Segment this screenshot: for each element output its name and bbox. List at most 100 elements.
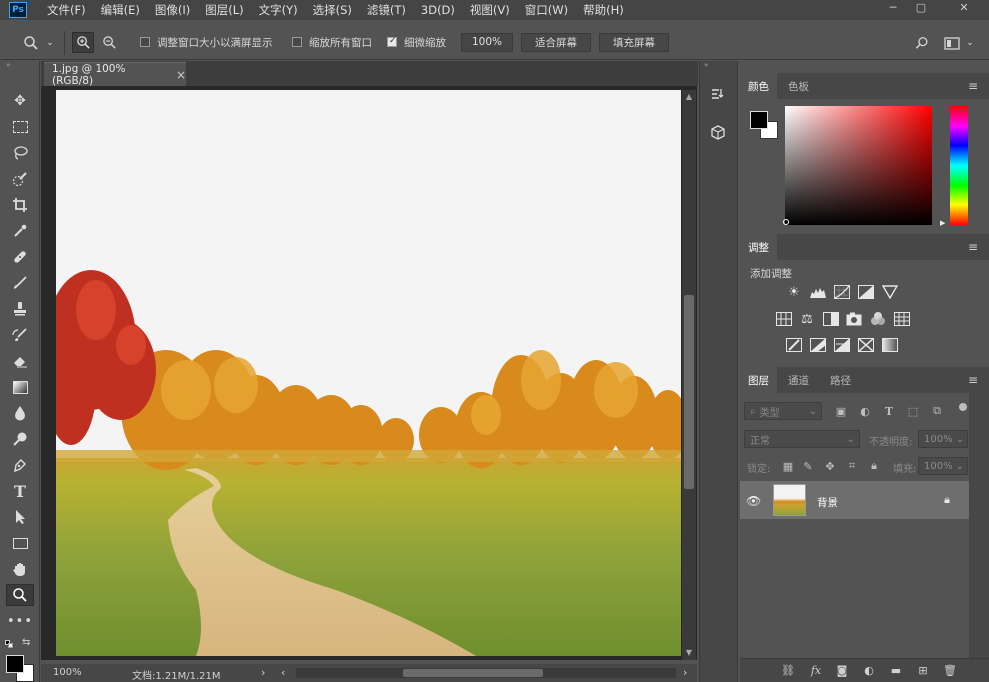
zoom-percent-field[interactable]: 100% bbox=[461, 33, 513, 52]
panel-menu-icon[interactable]: ≡ bbox=[966, 79, 980, 93]
tab-adjustments[interactable]: 调整 bbox=[740, 234, 777, 260]
scroll-left-icon[interactable]: ‹ bbox=[281, 666, 285, 679]
blur-tool-icon[interactable] bbox=[6, 402, 34, 424]
color-lookup-icon[interactable] bbox=[893, 311, 911, 327]
scroll-up-icon[interactable]: ▲ bbox=[684, 92, 694, 102]
add-mask-icon[interactable]: ◙ bbox=[833, 662, 851, 678]
new-layer-icon[interactable]: ⊞ bbox=[914, 662, 932, 678]
lock-artboard-icon[interactable]: ⌗ bbox=[845, 459, 859, 473]
menu-3d[interactable]: 3D(D) bbox=[421, 3, 455, 17]
layer-style-icon[interactable]: fx bbox=[807, 662, 825, 678]
document-tab[interactable]: 1.jpg @ 100%(RGB/8) × bbox=[44, 62, 186, 87]
lock-pixels-icon[interactable]: ✎ bbox=[801, 459, 815, 473]
fill-field[interactable]: 100% ⌄ bbox=[918, 457, 968, 475]
healing-brush-tool-icon[interactable] bbox=[6, 246, 34, 268]
fit-screen-button[interactable]: 适合屏幕 bbox=[521, 33, 591, 52]
layer-visibility-eye-icon[interactable]: 👁︎ bbox=[746, 494, 761, 508]
pen-tool-icon[interactable] bbox=[6, 454, 34, 476]
marquee-tool-icon[interactable] bbox=[6, 116, 34, 138]
color-picker-field[interactable] bbox=[785, 106, 932, 225]
link-layers-icon[interactable]: ⛓ bbox=[779, 662, 797, 678]
tab-color[interactable]: 颜色 bbox=[740, 73, 777, 99]
delete-layer-icon[interactable]: 🗑︎ bbox=[941, 662, 959, 678]
menu-window[interactable]: 窗口(W) bbox=[525, 2, 568, 18]
lock-all-icon[interactable]: 🔒︎ bbox=[867, 459, 881, 473]
search-icon[interactable] bbox=[912, 33, 932, 53]
history-brush-tool-icon[interactable] bbox=[6, 324, 34, 346]
menu-type[interactable]: 文字(Y) bbox=[259, 2, 298, 18]
clone-stamp-tool-icon[interactable] bbox=[6, 298, 34, 320]
close-icon[interactable]: ✕ bbox=[946, 0, 982, 14]
fill-screen-button[interactable]: 填充屏幕 bbox=[599, 33, 669, 52]
dodge-tool-icon[interactable] bbox=[6, 428, 34, 450]
exposure-icon[interactable] bbox=[857, 284, 875, 300]
move-tool-icon[interactable]: ✥ bbox=[6, 90, 34, 112]
opacity-field[interactable]: 100% ⌄ bbox=[918, 430, 968, 448]
threshold-icon[interactable] bbox=[833, 337, 851, 353]
history-panel-icon[interactable] bbox=[705, 82, 731, 108]
zoom-out-icon[interactable] bbox=[98, 32, 120, 53]
tab-swatches[interactable]: 色板 bbox=[780, 73, 817, 99]
new-group-icon[interactable]: ▬ bbox=[887, 662, 905, 678]
hue-slider-handle[interactable]: ▶ bbox=[940, 219, 945, 227]
vertical-scroll-thumb[interactable] bbox=[684, 295, 694, 489]
menu-help[interactable]: 帮助(H) bbox=[583, 2, 624, 18]
filter-toggle-icon[interactable] bbox=[959, 403, 967, 411]
path-selection-tool-icon[interactable] bbox=[6, 506, 34, 528]
image-canvas[interactable] bbox=[56, 90, 681, 656]
lasso-tool-icon[interactable] bbox=[6, 142, 34, 164]
posterize-icon[interactable] bbox=[809, 337, 827, 353]
hand-tool-icon[interactable] bbox=[6, 558, 34, 580]
lock-position-icon[interactable]: ✥ bbox=[823, 459, 837, 473]
layer-filter-select[interactable]: ⌕ 类型 ⌄ bbox=[744, 402, 822, 420]
channel-mixer-icon[interactable] bbox=[869, 311, 887, 327]
zoom-tool-preset-icon[interactable] bbox=[20, 33, 42, 53]
tab-close-icon[interactable]: × bbox=[176, 68, 186, 82]
more-tools-icon[interactable]: ••• bbox=[6, 610, 34, 632]
selective-color-icon[interactable] bbox=[857, 337, 875, 353]
zoom-all-windows-checkbox[interactable] bbox=[292, 37, 302, 47]
menu-file[interactable]: 文件(F) bbox=[47, 2, 86, 18]
filter-pixel-icon[interactable]: ▣ bbox=[834, 404, 848, 418]
collapse-toolbar-icon[interactable]: » bbox=[0, 61, 40, 71]
scroll-down-icon[interactable]: ▼ bbox=[684, 648, 694, 658]
invert-icon[interactable] bbox=[785, 337, 803, 353]
menu-view[interactable]: 视图(V) bbox=[470, 2, 510, 18]
curves-icon[interactable] bbox=[833, 284, 851, 300]
filter-shape-icon[interactable]: ⬚ bbox=[906, 404, 920, 418]
status-zoom[interactable]: 100% bbox=[53, 667, 82, 678]
type-tool-icon[interactable]: T bbox=[6, 480, 34, 502]
eyedropper-tool-icon[interactable] bbox=[6, 220, 34, 242]
brightness-contrast-icon[interactable]: ☀ bbox=[785, 284, 803, 300]
resize-windows-checkbox[interactable] bbox=[140, 37, 150, 47]
menu-image[interactable]: 图像(I) bbox=[155, 2, 190, 18]
filter-smart-object-icon[interactable]: ⧉ bbox=[930, 404, 944, 418]
photo-filter-icon[interactable] bbox=[845, 311, 863, 327]
lock-transparent-icon[interactable]: ▦ bbox=[781, 459, 795, 473]
chevron-down-icon[interactable]: ⌄ bbox=[44, 36, 56, 50]
menu-edit[interactable]: 编辑(E) bbox=[101, 2, 140, 18]
tab-layers[interactable]: 图层 bbox=[740, 367, 777, 393]
adjustments-menu-icon[interactable]: ≡ bbox=[966, 240, 980, 254]
minimize-icon[interactable]: ─ bbox=[880, 0, 906, 14]
color-panel-foreground-swatch[interactable] bbox=[750, 111, 768, 129]
eraser-tool-icon[interactable] bbox=[6, 350, 34, 372]
color-balance-icon[interactable]: ⚖ bbox=[798, 311, 816, 327]
new-adjustment-layer-icon[interactable]: ◐ bbox=[860, 662, 878, 678]
hue-slider[interactable] bbox=[950, 106, 968, 225]
color-picker-handle[interactable] bbox=[783, 219, 789, 225]
swap-colors-icon[interactable]: ⇆ bbox=[22, 637, 30, 648]
3d-panel-icon[interactable] bbox=[705, 120, 731, 146]
gradient-tool-icon[interactable] bbox=[6, 376, 34, 398]
gradient-map-icon[interactable] bbox=[881, 337, 899, 353]
workspace-icon[interactable] bbox=[942, 33, 962, 53]
scroll-right-icon[interactable]: › bbox=[683, 666, 687, 679]
vibrance-icon[interactable] bbox=[881, 284, 899, 300]
black-white-icon[interactable] bbox=[822, 311, 840, 327]
workspace-chevron-icon[interactable]: ⌄ bbox=[964, 36, 976, 50]
status-menu-icon[interactable]: › bbox=[261, 666, 265, 679]
horizontal-scroll-thumb[interactable] bbox=[403, 669, 543, 677]
expand-dock-icon[interactable]: » bbox=[704, 61, 708, 69]
filter-adjustment-icon[interactable]: ◐ bbox=[858, 404, 872, 418]
menu-select[interactable]: 选择(S) bbox=[313, 2, 352, 18]
